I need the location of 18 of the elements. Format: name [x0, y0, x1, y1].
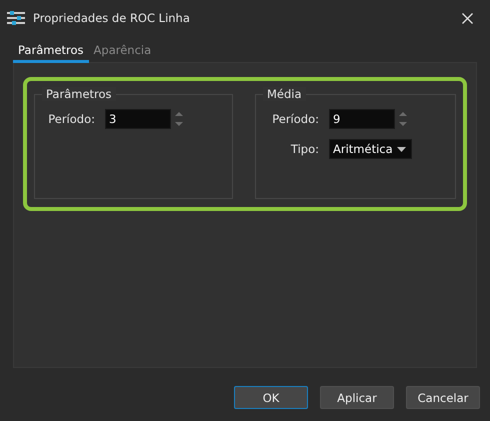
group-title: Parâmetros — [42, 87, 116, 101]
dropdown-arrow-icon — [397, 146, 406, 152]
type-dropdown[interactable]: Aritmética — [329, 139, 412, 159]
group-title: Média — [263, 87, 306, 101]
tab[interactable]: Aparência — [88, 42, 156, 63]
dialog-button[interactable]: OK — [234, 386, 308, 409]
close-icon[interactable] — [462, 12, 473, 24]
field-label: Período: — [47, 112, 96, 126]
field-label: Tipo: — [290, 142, 320, 156]
settings-sliders-icon — [7, 11, 25, 25]
field-label: Período: — [271, 112, 320, 126]
period-input[interactable]: 3 — [105, 109, 171, 129]
dialog-button[interactable]: Aplicar — [320, 386, 394, 409]
window-title: Propriedades de ROC Linha — [33, 11, 190, 25]
spinner-arrows-icon[interactable] — [398, 109, 408, 129]
spinner-arrows-icon[interactable] — [174, 109, 184, 129]
period-input[interactable]: 9 — [329, 109, 395, 129]
dialog-button[interactable]: Cancelar — [406, 386, 480, 409]
